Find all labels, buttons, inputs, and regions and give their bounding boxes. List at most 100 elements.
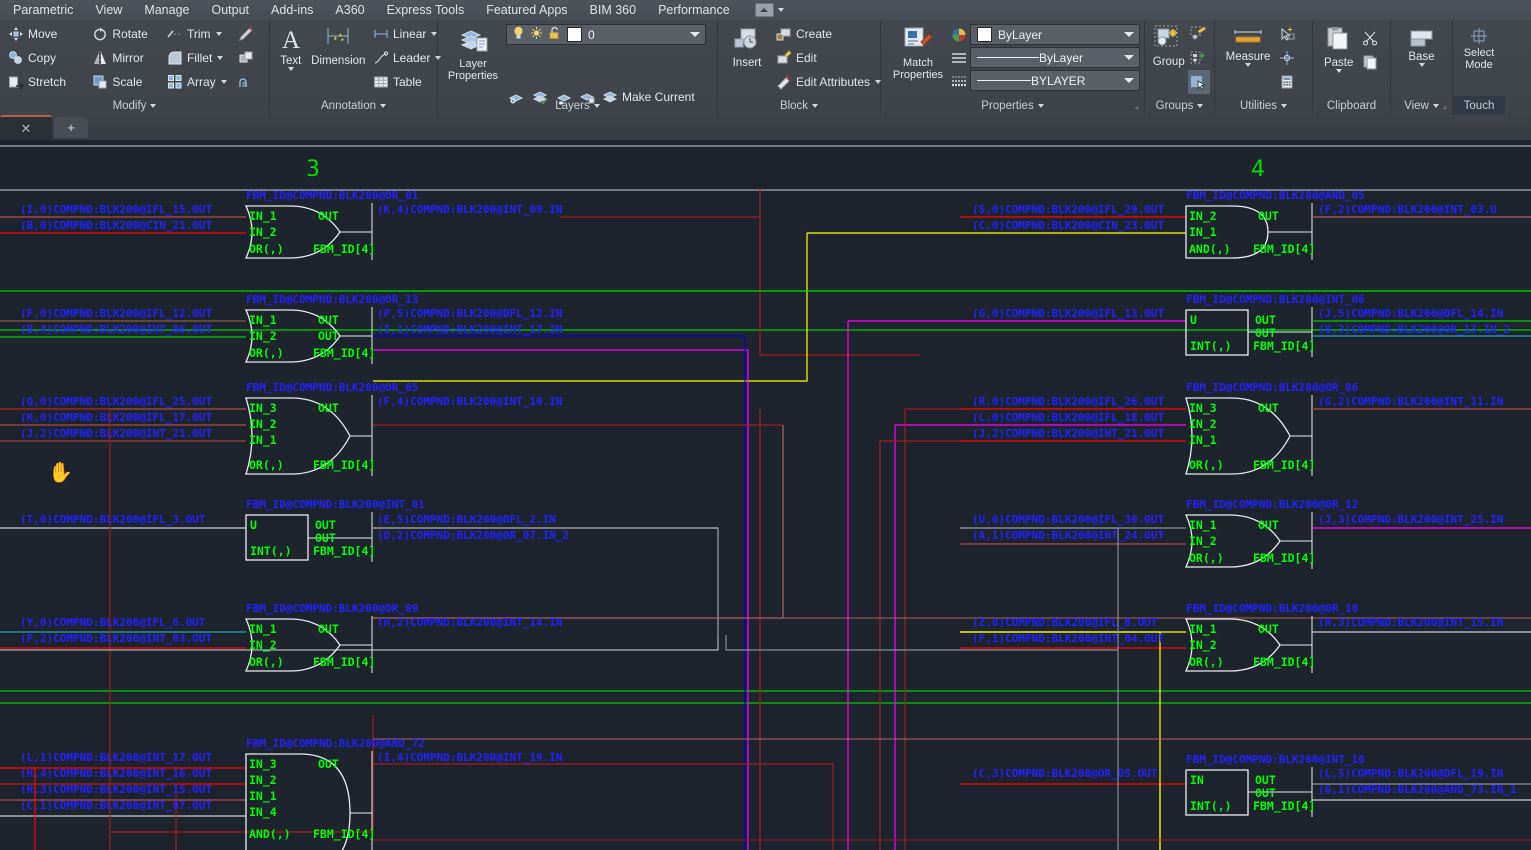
tool-add-to-group[interactable] [1188,46,1210,70]
panel-title-modify[interactable]: Modify [0,96,269,115]
block-or01[interactable]: FBM_ID@COMPND:BLK200@OR_01 IN_1 IN_2 OR(… [20,189,562,260]
tool-stretch[interactable]: Stretch [4,70,88,94]
chevron-down-icon[interactable] [690,32,700,37]
view-dialog-launcher[interactable]: ⌟ [1443,100,1447,111]
chevron-down-icon[interactable] [1124,78,1134,83]
tool-dimension[interactable]: Dimension [308,22,369,96]
unlock-icon[interactable] [548,26,561,43]
block-or05[interactable]: FBM_ID@COMPND:BLK200@OR_05 IN_3 IN_2 IN_… [20,381,562,476]
panel-title-utilities[interactable]: Utilities [1215,96,1312,115]
tool-copy[interactable]: Copy [4,46,88,70]
chevron-down-icon[interactable] [1245,63,1251,67]
close-icon[interactable]: ✕ [21,121,32,137]
block-or09[interactable]: FBM_ID@COMPND:BLK200@OR_09 IN_1 IN_2 OR(… [20,602,562,673]
tool-rotate[interactable]: Rotate [88,22,163,46]
menu-item-a360[interactable]: A360 [324,1,375,19]
new-tab-button[interactable]: + [54,117,88,138]
menu-item-view[interactable]: View [84,1,133,19]
tool-scale[interactable]: Scale [88,70,163,94]
tool-linear[interactable]: Linear [369,22,438,46]
chevron-down-icon[interactable] [593,103,600,108]
chevron-down-icon[interactable] [1335,69,1342,73]
chevron-down-icon[interactable] [150,103,157,108]
menu-item-express-tools[interactable]: Express Tools [376,1,476,19]
block-or06[interactable]: FBM_ID@COMPND:BLK200@OR_06 IN_3 IN_2 IN_… [972,381,1503,476]
chevron-down-icon[interactable] [1197,103,1204,108]
tool-trim[interactable]: Trim [163,22,234,46]
tool-quick-select[interactable] [1277,22,1303,46]
panel-title-annotation[interactable]: Annotation [270,96,437,115]
chevron-down-icon[interactable] [1432,103,1439,108]
tool-move[interactable]: Move [4,22,88,46]
tool-measure[interactable]: Measure [1219,22,1277,96]
minimize-ribbon-icon[interactable] [754,3,774,17]
properties-dialog-launcher[interactable]: ⌟ [1135,100,1139,111]
block-and72[interactable]: FBM_ID@COMPND:BLK200@AND_72 IN_3 IN_2 IN… [20,737,562,850]
panel-title-properties[interactable]: Properties ⌟ [881,96,1144,115]
tool-layer-properties[interactable]: Layer Properties [442,23,504,82]
lineweight-selector[interactable]: BYLAYER [970,70,1140,91]
tool-edit-block[interactable]: Edit [772,46,876,70]
block-int06[interactable]: FBM_ID@COMPND:BLK200@INT_06 U INT(,) OUT… [972,293,1510,357]
tool-erase[interactable] [234,22,265,46]
tool-array[interactable]: Array [163,70,234,94]
lineweight-icon[interactable] [951,73,967,89]
tool-text[interactable]: A Text [274,22,308,96]
block-int01[interactable]: FBM_ID@COMPND:BLK200@INT_01 U INT(,) OUT… [20,498,569,562]
chevron-down-icon[interactable] [1124,32,1134,37]
panel-title-block[interactable]: Block [718,96,880,115]
chevron-down-icon[interactable] [431,32,438,36]
menu-item-bim-360[interactable]: BIM 360 [579,1,648,19]
menu-item-performance[interactable]: Performance [647,1,741,19]
tool-copy-clip[interactable] [1360,50,1386,74]
chevron-down-icon[interactable] [777,8,784,12]
tool-edit-group[interactable] [1188,22,1210,46]
block-or10[interactable]: FBM_ID@COMPND:BLK200@OR_10 IN_1 IN_2 OR(… [972,602,1503,673]
tool-calculator[interactable] [1277,70,1303,94]
chevron-down-icon[interactable] [1281,103,1288,108]
tool-fillet[interactable]: Fillet [163,46,234,70]
chevron-down-icon[interactable] [812,103,819,108]
linetype-icon[interactable] [951,50,967,66]
menu-item-add-ins[interactable]: Add-ins [260,1,324,19]
layer-color-swatch[interactable] [567,27,582,42]
block-int10[interactable]: FBM_ID@COMPND:BLK200@INT_10 IN INT(,) OU… [972,753,1517,817]
tool-select-mode[interactable]: Select Mode [1457,22,1501,96]
block-or12[interactable]: FBM_ID@COMPND:BLK200@OR_12 IN_1 IN_2 OR(… [972,498,1503,569]
block-or13[interactable]: FBM_ID@COMPND:BLK200@OR_13 IN_1 IN_2 OR(… [20,293,562,364]
panel-title-groups[interactable]: Groups [1145,96,1214,115]
color-wheel-icon[interactable] [951,27,967,43]
menu-item-parametric[interactable]: Parametric [2,1,84,19]
lightbulb-icon[interactable] [512,26,525,43]
tool-leader[interactable]: Leader [369,46,442,70]
chevron-down-icon[interactable] [220,80,227,84]
chevron-down-icon[interactable] [380,103,386,108]
chevron-down-icon[interactable] [217,56,224,60]
tool-mirror[interactable]: Mirror [88,46,163,70]
drawing-canvas[interactable]: 3 4 FBM_ID@COMPND:BLK200@OR_01 IN_1 IN_2… [0,140,1531,850]
menu-item-output[interactable]: Output [201,1,261,19]
chevron-down-icon[interactable] [215,32,222,36]
document-tab[interactable]: ✕ [0,115,52,140]
tool-explode[interactable] [234,46,265,70]
panel-title-view[interactable]: View ⌟ [1391,96,1452,115]
chevron-down-icon[interactable] [1418,63,1425,67]
sun-freeze-icon[interactable] [530,26,543,43]
tool-table[interactable]: Table [369,70,433,94]
menu-item-manage[interactable]: Manage [133,1,200,19]
menu-item-featured-apps[interactable]: Featured Apps [475,1,578,19]
tool-base[interactable]: Base [1395,22,1448,96]
tool-point-style[interactable] [1277,46,1303,70]
color-selector[interactable]: ByLayer [970,24,1140,45]
linetype-selector[interactable]: ByLayer [970,47,1140,68]
tool-group-selection-toggle[interactable] [1188,70,1210,94]
chevron-down-icon[interactable] [287,67,294,71]
panel-title-layers[interactable]: Layers [438,96,717,115]
tool-offset[interactable] [234,70,265,94]
tool-insert[interactable]: Insert [722,22,772,96]
tool-paste[interactable]: Paste [1317,22,1360,96]
tool-edit-attributes[interactable]: Edit Attributes [772,70,882,94]
layer-selector[interactable]: 0 [506,24,706,45]
tool-group[interactable]: Group [1149,22,1188,96]
block-and05[interactable]: FBM_ID@COMPND:BLK200@AND_05 IN_2 IN_1 AN… [972,189,1497,260]
